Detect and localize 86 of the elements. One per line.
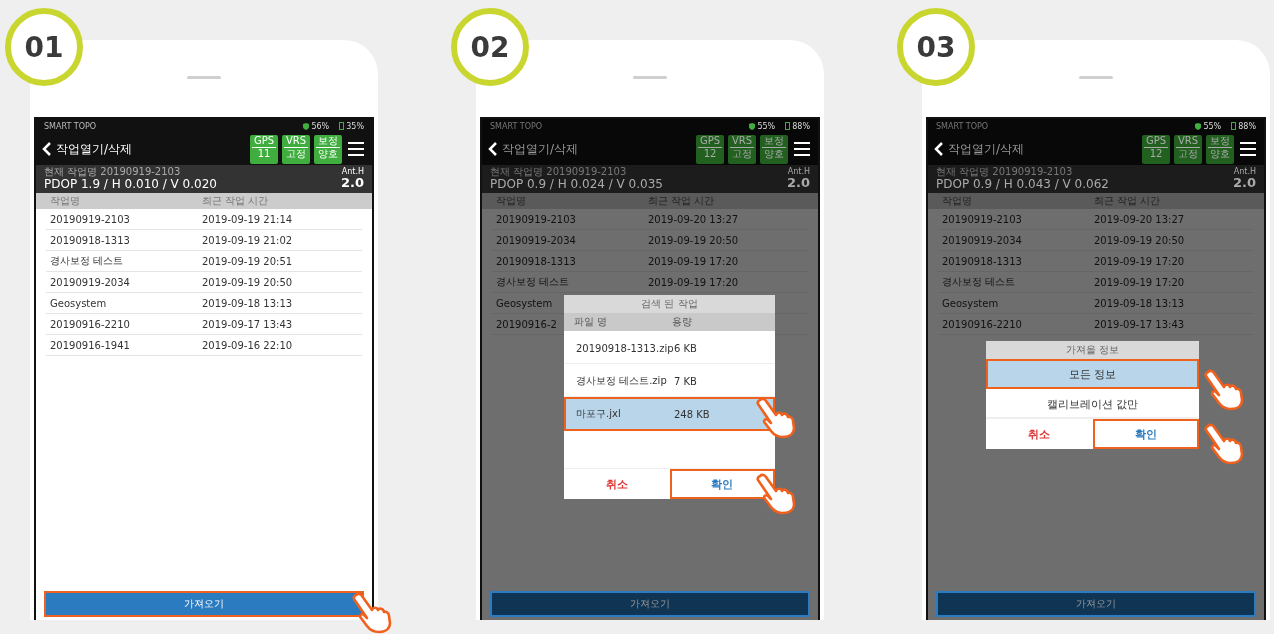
menu-icon[interactable] — [1238, 141, 1258, 157]
back-icon[interactable] — [934, 142, 944, 156]
antenna-height: 2.0 — [340, 176, 364, 192]
job-row[interactable]: 20190919-2034 2019-09-19 20:50 — [938, 230, 1254, 252]
speaker-slot — [633, 76, 667, 79]
status-badge: 보정 양호 — [1206, 134, 1234, 164]
status-badge: GPS 12 — [1142, 134, 1170, 164]
column-header: 작업명 — [50, 194, 81, 209]
back-icon[interactable] — [42, 142, 52, 156]
dialog-title: 검색 된 작업 — [564, 295, 775, 313]
job-row[interactable]: 20190919-2103 2019-09-19 21:14 — [46, 209, 362, 231]
menu-icon[interactable] — [346, 141, 366, 157]
import-button[interactable]: 가져오기 — [936, 591, 1256, 617]
antenna-height: 2.0 — [1232, 176, 1256, 192]
menu-icon[interactable] — [792, 141, 812, 157]
job-row[interactable]: 20190918-1313 2019-09-19 17:20 — [492, 251, 808, 273]
job-row[interactable]: 20190916-2210 2019-09-17 13:43 — [938, 314, 1254, 336]
status-badge: 보정 양호 — [760, 134, 788, 164]
status-badge: GPS 12 — [696, 134, 724, 164]
column-header: 파일 명 — [574, 315, 609, 329]
antenna-label: Ant.H — [787, 167, 810, 177]
battery-icon — [1231, 122, 1237, 130]
option-item[interactable]: 모든 정보 — [986, 359, 1199, 389]
screen-title: 작업열기/삭제 — [502, 140, 580, 158]
gps-status: 55% — [1195, 121, 1222, 131]
antenna-label: Ant.H — [341, 167, 364, 177]
job-row[interactable]: 20190916-1941 2019-09-16 22:10 — [46, 335, 362, 357]
precision-readout: PDOP 1.9 / H 0.010 / V 0.020 — [44, 177, 218, 192]
job-row[interactable]: 20190916-2210 2019-09-17 13:43 — [46, 314, 362, 336]
battery-icon — [339, 122, 345, 130]
shield-icon — [303, 122, 310, 130]
job-row[interactable]: 20190918-1313 2019-09-19 17:20 — [938, 251, 1254, 273]
import-button[interactable]: 가져오기 — [490, 591, 810, 617]
antenna-label: Ant.H — [1233, 167, 1256, 177]
screen-title: 작업열기/삭제 — [56, 140, 134, 158]
precision-readout: PDOP 0.9 / H 0.043 / V 0.062 — [936, 177, 1110, 192]
dialog-title: 가져올 정보 — [986, 341, 1199, 359]
gps-status: 56% — [303, 121, 330, 131]
job-row[interactable]: 20190918-1313 2019-09-19 21:02 — [46, 230, 362, 252]
speaker-slot — [187, 76, 221, 79]
file-row[interactable]: 마포구.jxl 248 KB — [564, 397, 775, 431]
current-job-label: 현재 작업명 20190919-2103 — [44, 166, 182, 178]
job-row[interactable]: 20190919-2034 2019-09-19 20:50 — [46, 272, 362, 294]
job-row[interactable]: Geosystem 2019-09-18 13:13 — [938, 293, 1254, 315]
import-button[interactable]: 가져오기 — [44, 591, 364, 617]
pointing-hand-icon — [1202, 367, 1246, 411]
pointing-hand-icon — [1202, 421, 1246, 465]
speaker-slot — [1079, 76, 1113, 79]
status-badge: VRS 고정 — [728, 134, 756, 164]
status-badge: GPS 11 — [250, 134, 278, 164]
battery-status: 88% — [785, 121, 810, 131]
status-badge: VRS 고정 — [282, 134, 310, 164]
cancel-button[interactable]: 취소 — [986, 419, 1093, 449]
shield-icon — [749, 122, 756, 130]
screen-title: 작업열기/삭제 — [948, 140, 1026, 158]
column-header: 용량 — [672, 315, 692, 329]
antenna-height: 2.0 — [786, 176, 810, 192]
app-name: SMART TOPO — [936, 121, 989, 131]
back-icon[interactable] — [488, 142, 498, 156]
status-badge: 보정 양호 — [314, 134, 342, 164]
job-row[interactable]: 경사보정 테스트 2019-09-19 17:20 — [492, 272, 808, 294]
file-row[interactable]: 20190918-1313.zip6 KB — [564, 331, 775, 364]
job-row[interactable]: 20190919-2103 2019-09-20 13:27 — [938, 209, 1254, 231]
current-job-label: 현재 작업명 20190919-2103 — [936, 166, 1074, 178]
step-number: 03 — [897, 8, 975, 86]
shield-icon — [1195, 122, 1202, 130]
job-row[interactable]: 경사보정 테스트 2019-09-19 20:51 — [46, 251, 362, 273]
step-number: 01 — [5, 8, 83, 86]
battery-icon — [785, 122, 791, 130]
column-header: 최근 작업 시간 — [202, 194, 269, 209]
step-number: 02 — [451, 8, 529, 86]
gps-status: 55% — [749, 121, 776, 131]
status-badge: VRS 고정 — [1174, 134, 1202, 164]
battery-status: 35% — [339, 121, 364, 131]
battery-status: 88% — [1231, 121, 1256, 131]
job-row[interactable]: 20190919-2103 2019-09-20 13:27 — [492, 209, 808, 231]
job-row[interactable]: 20190919-2034 2019-09-19 20:50 — [492, 230, 808, 252]
job-row[interactable]: Geosystem 2019-09-18 13:13 — [46, 293, 362, 315]
current-job-label: 현재 작업명 20190919-2103 — [490, 166, 628, 178]
confirm-button[interactable]: 확인 — [1092, 419, 1199, 449]
app-name: SMART TOPO — [490, 121, 543, 131]
job-row[interactable]: 경사보정 테스트 2019-09-19 17:20 — [938, 272, 1254, 294]
precision-readout: PDOP 0.9 / H 0.024 / V 0.035 — [490, 177, 664, 192]
cancel-button[interactable]: 취소 — [564, 469, 670, 499]
app-name: SMART TOPO — [44, 121, 97, 131]
option-item[interactable]: 캘리브레이션 값만 — [986, 389, 1199, 418]
